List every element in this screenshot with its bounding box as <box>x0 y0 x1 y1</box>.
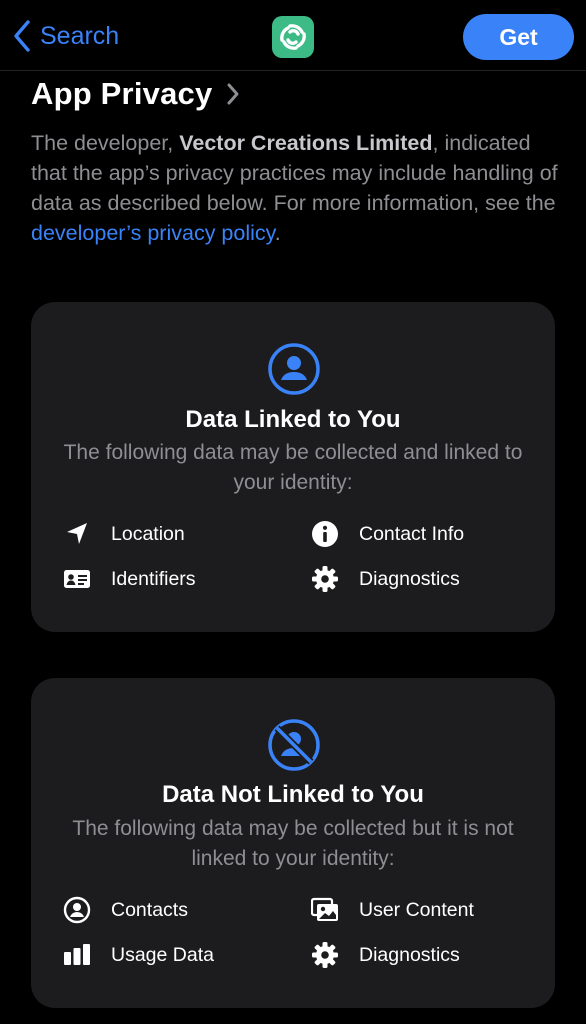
back-label: Search <box>40 21 120 50</box>
data-item-label: Diagnostics <box>359 567 460 590</box>
data-item-label: User Content <box>359 898 474 921</box>
data-item-location: Location <box>63 518 185 550</box>
card-title: Data Not Linked to You <box>162 781 424 808</box>
data-item-label: Identifiers <box>111 567 196 590</box>
description-suffix: . <box>274 221 281 245</box>
section-title: App Privacy <box>31 76 213 111</box>
person-circle-icon <box>268 343 320 395</box>
gear-icon <box>311 941 339 969</box>
data-item-contacts: Contacts <box>63 894 188 926</box>
element-logo-icon <box>280 24 306 50</box>
chevron-left-icon <box>14 20 30 52</box>
chevron-right-icon <box>227 83 239 105</box>
privacy-description: The developer, Vector Creations Limited,… <box>31 128 561 248</box>
nav-bar: Search Get <box>0 0 586 71</box>
data-item-label: Diagnostics <box>359 943 460 966</box>
data-item-label: Contacts <box>111 898 188 921</box>
card-title: Data Linked to You <box>185 406 401 433</box>
data-item-contact-info: Contact Info <box>311 518 464 550</box>
data-not-linked-card[interactable]: Data Not Linked to You The following dat… <box>31 678 555 1008</box>
card-subtitle: The following data may be collected and … <box>63 441 523 494</box>
bar-chart-icon <box>63 941 91 969</box>
person-circle-icon <box>63 896 91 924</box>
get-button[interactable]: Get <box>463 14 574 60</box>
data-item-user-content: User Content <box>311 894 474 926</box>
gear-icon <box>311 565 339 593</box>
data-linked-card[interactable]: Data Linked to You The following data ma… <box>31 302 555 632</box>
app-icon <box>272 16 314 58</box>
photos-icon <box>311 896 339 924</box>
person-slash-icon <box>268 719 320 771</box>
location-arrow-icon <box>63 520 91 548</box>
card-subtitle: The following data may be collected but … <box>72 817 514 870</box>
developer-name: Vector Creations Limited <box>179 131 433 155</box>
data-item-diagnostics: Diagnostics <box>311 563 460 595</box>
data-item-label: Contact Info <box>359 522 465 545</box>
app-privacy-header[interactable]: App Privacy <box>31 74 240 114</box>
info-icon <box>311 520 339 548</box>
data-item-label: Location <box>111 522 185 545</box>
back-button[interactable]: Search <box>12 18 119 54</box>
data-item-usage-data: Usage Data <box>63 939 214 971</box>
data-item-diagnostics: Diagnostics <box>311 939 460 971</box>
data-item-label: Usage Data <box>111 943 214 966</box>
data-item-identifiers: Identifiers <box>63 563 196 595</box>
description-prefix: The developer, <box>31 131 180 155</box>
privacy-policy-link[interactable]: developer’s privacy policy <box>31 221 275 245</box>
id-card-icon <box>63 565 91 593</box>
